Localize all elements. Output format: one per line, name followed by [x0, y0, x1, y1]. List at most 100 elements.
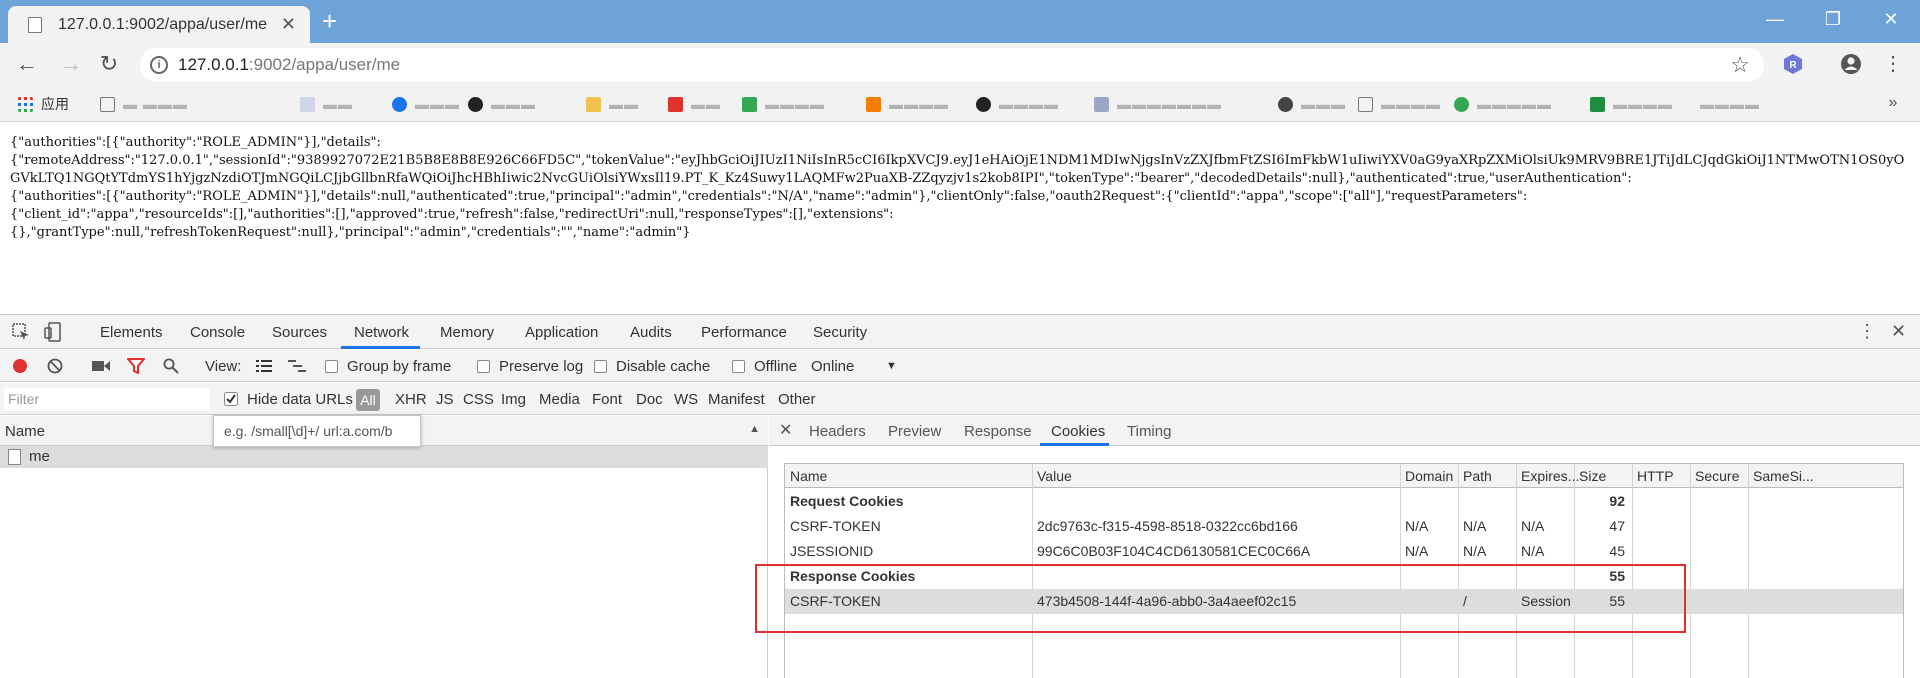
filter-type-js[interactable]: JS — [436, 391, 454, 408]
filter-type-xhr[interactable]: XHR — [395, 391, 427, 408]
record-icon[interactable] — [12, 358, 28, 374]
filter-type-all[interactable]: All — [356, 389, 380, 411]
tab-application[interactable]: Application — [525, 324, 598, 341]
bookmark-item[interactable]: ▬▬ — [300, 95, 353, 113]
browser-tab[interactable]: 127.0.0.1:9002/appa/user/me ✕ — [8, 6, 310, 43]
clear-icon[interactable] — [47, 358, 63, 374]
close-window-icon[interactable]: ✕ — [1878, 8, 1904, 30]
tab-performance[interactable]: Performance — [701, 324, 787, 341]
waterfall-icon[interactable] — [288, 360, 306, 372]
tab-memory[interactable]: Memory — [440, 324, 494, 341]
tab-network[interactable]: Network — [354, 324, 409, 341]
device-toolbar-icon[interactable] — [44, 322, 62, 342]
profile-icon[interactable] — [1840, 53, 1862, 75]
filter-type-font[interactable]: Font — [592, 391, 622, 408]
bookmark-item[interactable]: ▬▬▬▬ — [1358, 95, 1441, 113]
reload-icon[interactable]: ↻ — [96, 51, 122, 77]
browser-toolbar: ← → ↻ i 127.0.0.1:9002/appa/user/me ☆ R … — [0, 43, 1920, 86]
close-devtools-icon[interactable]: ✕ — [1891, 321, 1906, 342]
tab-cookies[interactable]: Cookies — [1051, 423, 1105, 440]
bookmark-item[interactable]: ▬▬▬ — [468, 95, 536, 113]
bookmark-item[interactable]: ▬▬▬▬ — [1700, 95, 1760, 113]
table-row[interactable]: JSESSIONID 99C6C0B03F104C4CD6130581CEC0C… — [785, 539, 1903, 564]
restore-icon[interactable]: ❐ — [1820, 8, 1846, 30]
inspect-element-icon[interactable] — [12, 323, 30, 341]
hide-data-urls-checkbox[interactable] — [224, 392, 238, 406]
more-bookmarks-icon[interactable]: » — [1880, 90, 1906, 116]
bookmark-item[interactable]: ▬▬ — [586, 95, 639, 113]
forward-icon[interactable]: → — [58, 51, 84, 77]
section-size: 92 — [1609, 493, 1625, 509]
tab-security[interactable]: Security — [813, 324, 867, 341]
tab-sources[interactable]: Sources — [272, 324, 327, 341]
close-tab-icon[interactable]: ✕ — [281, 14, 296, 35]
column-header-domain[interactable]: Domain — [1405, 464, 1453, 488]
bookmark-item[interactable]: ▬▬▬▬▬▬▬ — [1094, 95, 1222, 113]
cookie-name: JSESSIONID — [790, 543, 874, 559]
group-by-frame-checkbox[interactable] — [325, 360, 338, 373]
filter-type-ws[interactable]: WS — [674, 391, 698, 408]
column-header-secure[interactable]: Secure — [1695, 464, 1739, 488]
bookmark-item[interactable]: ▬ ▬▬▬ — [100, 95, 188, 113]
cookie-domain: N/A — [1405, 543, 1429, 559]
preserve-log-checkbox[interactable] — [477, 360, 490, 373]
filter-type-manifest[interactable]: Manifest — [708, 391, 765, 408]
bookmark-item[interactable]: ▬▬▬ — [1278, 95, 1346, 113]
column-header-samesite[interactable]: SameSi... — [1753, 464, 1814, 488]
column-header-path[interactable]: Path — [1463, 464, 1492, 488]
column-header-size[interactable]: Size — [1579, 464, 1606, 488]
new-tab-button[interactable]: + — [322, 6, 337, 37]
column-header-expires[interactable]: Expires... — [1521, 464, 1579, 488]
back-icon[interactable]: ← — [14, 51, 40, 77]
request-row[interactable]: me — [0, 446, 768, 468]
address-bar[interactable]: i 127.0.0.1:9002/appa/user/me ☆ — [140, 48, 1764, 82]
tab-headers[interactable]: Headers — [809, 423, 866, 440]
filter-type-other[interactable]: Other — [778, 391, 816, 408]
disable-cache-checkbox[interactable] — [594, 360, 607, 373]
bookmark-item[interactable]: ▬▬▬▬ — [742, 95, 825, 113]
devtools-menu-icon[interactable]: ⋮ — [1858, 321, 1876, 342]
tab-title: 127.0.0.1:9002/appa/user/me — [58, 15, 268, 33]
sort-ascending-icon[interactable]: ▲ — [749, 423, 760, 435]
tab-timing[interactable]: Timing — [1127, 423, 1171, 440]
extension-r-icon[interactable]: R — [1782, 53, 1804, 75]
bookmark-icon — [586, 96, 601, 112]
filter-input[interactable] — [4, 388, 210, 410]
column-header-name[interactable]: Name — [790, 464, 827, 488]
column-header-value[interactable]: Value — [1037, 464, 1072, 488]
tab-elements[interactable]: Elements — [100, 324, 163, 341]
bookmark-item[interactable]: ▬▬▬▬ — [1590, 95, 1673, 113]
bookmark-item[interactable]: ▬▬ — [668, 95, 721, 113]
bookmark-item[interactable]: ▬▬▬▬ — [976, 95, 1059, 113]
tab-audits[interactable]: Audits — [630, 324, 672, 341]
bookmark-star-icon[interactable]: ☆ — [1730, 52, 1750, 78]
minimize-icon[interactable]: — — [1762, 8, 1788, 30]
throttling-select[interactable]: Online — [811, 358, 854, 375]
filter-funnel-icon[interactable] — [127, 358, 145, 374]
search-icon[interactable] — [163, 358, 179, 374]
active-tab-indicator — [1040, 443, 1109, 446]
chevron-down-icon[interactable]: ▼ — [886, 360, 897, 372]
tab-response[interactable]: Response — [964, 423, 1032, 440]
filter-type-css[interactable]: CSS — [463, 391, 494, 408]
column-header-http[interactable]: HTTP — [1637, 464, 1674, 488]
bookmark-icon — [668, 96, 683, 112]
offline-checkbox[interactable] — [732, 360, 745, 373]
large-rows-icon[interactable] — [256, 360, 272, 372]
menu-icon[interactable]: ⋮ — [1880, 51, 1906, 77]
filter-type-doc[interactable]: Doc — [636, 391, 663, 408]
filter-type-img[interactable]: Img — [501, 391, 526, 408]
request-list: Name ▲ me — [0, 416, 768, 678]
filter-type-media[interactable]: Media — [539, 391, 580, 408]
bookmark-apps[interactable]: 应用 — [18, 95, 69, 113]
bookmark-item[interactable]: ▬▬▬ — [392, 95, 460, 113]
bookmark-item[interactable]: ▬▬▬▬▬ — [1454, 95, 1552, 113]
info-icon[interactable]: i — [150, 56, 168, 74]
close-details-icon[interactable]: ✕ — [779, 420, 792, 440]
tab-preview[interactable]: Preview — [888, 423, 941, 440]
bookmark-item[interactable]: ▬▬▬▬ — [866, 95, 949, 113]
filter-hint-tooltip: e.g. /small[\d]+/ url:a.com/b — [213, 415, 421, 447]
screenshot-camera-icon[interactable] — [92, 359, 110, 373]
table-row[interactable]: CSRF-TOKEN 2dc9763c-f315-4598-8518-0322c… — [785, 514, 1903, 539]
tab-console[interactable]: Console — [190, 324, 245, 341]
